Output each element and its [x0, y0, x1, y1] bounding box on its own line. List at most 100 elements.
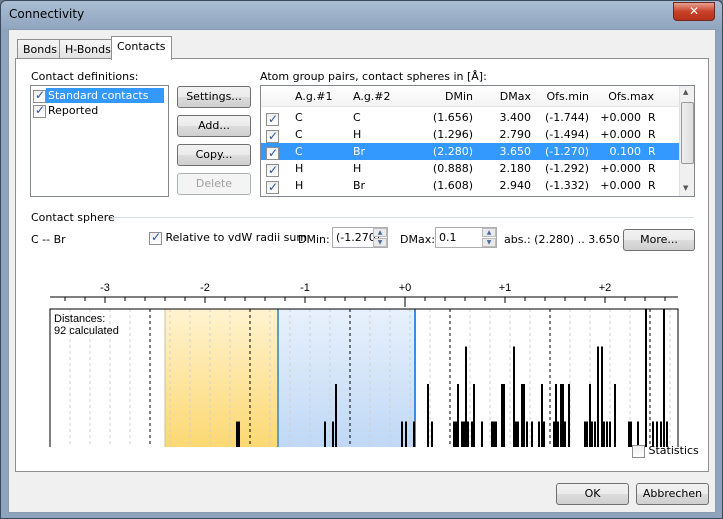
close-button[interactable]: ✕	[673, 2, 715, 21]
histogram-bar	[538, 421, 540, 447]
spin-down-icon[interactable]: ▼	[482, 238, 496, 247]
histogram-bar	[591, 421, 593, 447]
cell-dmax: 3.650	[499, 145, 532, 158]
checkbox[interactable]	[33, 88, 46, 103]
contact-definitions-list[interactable]: Standard contacts Reported	[30, 85, 169, 197]
table-row[interactable]: H Br (1.608) 2.940 (-1.332) +0.000 R	[261, 177, 679, 196]
cell-ofsmax: +0.000	[600, 162, 641, 175]
histogram-bar	[501, 384, 503, 447]
relative-vdw-checkbox[interactable]: Relative to vdW radii sum	[149, 230, 307, 245]
list-item-standard-contacts[interactable]: Standard contacts	[33, 88, 167, 104]
table-row[interactable]: H H (0.888) 2.180 (-1.292) +0.000 R	[261, 160, 679, 179]
cell-dmin: (2.280)	[432, 145, 473, 158]
histogram-bar	[555, 384, 557, 447]
statistics-checkbox[interactable]: Statistics	[632, 444, 699, 458]
histogram-bar	[491, 421, 493, 447]
atom-group-pairs-table: A.g.#1 A.g.#2 DMin DMax Ofs.min Ofs.max …	[260, 85, 695, 197]
histogram-bar	[413, 421, 415, 447]
column-header[interactable]: DMax	[473, 86, 531, 107]
histogram-bar	[465, 346, 467, 447]
cell-a2: Br	[353, 179, 366, 192]
histogram-bar	[463, 421, 465, 447]
cell-a1: H	[295, 179, 304, 192]
spin-down-icon[interactable]: ▼	[373, 238, 387, 247]
vertical-scrollbar[interactable]: ▲ ▼	[679, 86, 694, 196]
dmax-label: DMax:	[400, 233, 435, 246]
offset-tick-label: -1	[300, 282, 310, 294]
spin-up-icon[interactable]: ▲	[373, 228, 387, 237]
contact-region	[278, 309, 415, 447]
checkbox[interactable]	[33, 103, 46, 118]
row-checkbox[interactable]	[266, 128, 279, 145]
tab-contacts[interactable]: Contacts	[111, 36, 172, 60]
cell-a2: Br	[353, 145, 366, 158]
column-header[interactable]: Ofs.max	[589, 86, 654, 107]
histogram-bar	[543, 421, 545, 447]
histogram-bar	[606, 421, 608, 447]
row-checkbox[interactable]	[266, 145, 279, 162]
table-row[interactable]: C H (1.296) 2.790 (-1.494) +0.000 R	[261, 126, 679, 145]
window-title: Connectivity	[9, 7, 85, 21]
tab-h-bonds[interactable]: H-Bonds	[59, 39, 117, 59]
contacts-panel: Contact definitions: Standard contacts R…	[15, 58, 709, 472]
atom-group-pairs-label: Atom group pairs, contact spheres in [Å]…	[260, 70, 487, 83]
cell-ofsmax: +0.000	[600, 179, 641, 192]
cell-ofsmin: (-1.332)	[544, 179, 589, 192]
add-button[interactable]: Add...	[177, 115, 251, 137]
cancel-button[interactable]: Abbrechen	[636, 483, 709, 505]
offset-tick-label: -3	[100, 282, 110, 294]
contact-pair-label: C -- Br	[31, 233, 66, 246]
group-divider	[112, 217, 694, 218]
tab-bonds[interactable]: Bonds	[17, 39, 63, 59]
histogram-bar	[526, 421, 528, 447]
cell-r: R	[648, 128, 656, 141]
histogram-bar	[562, 384, 564, 447]
histogram-bar	[609, 421, 611, 447]
cell-ofsmax: 0.100	[609, 145, 642, 158]
cell-a1: C	[295, 145, 303, 158]
column-header[interactable]: DMin	[411, 86, 473, 107]
list-item-label: Reported	[48, 104, 99, 117]
cell-ofsmin: (-1.744)	[544, 111, 589, 124]
scroll-up-icon[interactable]: ▲	[683, 88, 688, 96]
histogram-bar	[503, 384, 505, 447]
offset-tick-label: -2	[200, 282, 210, 294]
histogram-bar	[645, 309, 647, 447]
checkbox[interactable]	[149, 230, 162, 245]
scroll-down-icon[interactable]: ▼	[683, 184, 688, 192]
cell-dmax: 2.180	[499, 162, 532, 175]
column-header[interactable]: A.g.#1	[295, 86, 333, 107]
histogram-bar	[401, 421, 403, 447]
column-header[interactable]: Ofs.min	[531, 86, 589, 107]
histogram-bar	[517, 421, 519, 447]
column-header[interactable]: A.g.#2	[353, 86, 391, 107]
cell-dmin: (1.656)	[432, 111, 473, 124]
cell-dmax: 2.940	[499, 179, 532, 192]
histogram-bar	[560, 384, 562, 447]
copy-button[interactable]: Copy...	[177, 144, 251, 166]
settings-button[interactable]: Settings...	[177, 86, 251, 108]
cell-a2: H	[353, 162, 362, 175]
offset-tick-label: +0	[399, 282, 412, 294]
dmax-spinner[interactable]: 0.1 ▲ ▼	[435, 227, 497, 248]
row-checkbox[interactable]	[266, 179, 279, 196]
dialog-window: Connectivity ✕ Bonds H-Bonds Contacts Co…	[0, 0, 723, 519]
dmin-spinner[interactable]: (-1.270) ▲ ▼	[332, 227, 388, 248]
checkbox[interactable]	[632, 444, 645, 458]
row-checkbox[interactable]	[266, 111, 279, 128]
histogram-bar	[473, 384, 475, 447]
table-row[interactable]: C C (1.656) 3.400 (-1.744) +0.000 R	[261, 109, 679, 128]
list-item-reported[interactable]: Reported	[33, 103, 100, 118]
distances-annotation: 92 calculated	[54, 325, 119, 337]
histogram-bar	[553, 421, 555, 447]
spin-up-icon[interactable]: ▲	[482, 228, 496, 237]
cell-ofsmin: (-1.292)	[544, 162, 589, 175]
ok-button[interactable]: OK	[556, 483, 629, 505]
dmin-label: DMin:	[298, 233, 330, 246]
table-row[interactable]: C Br (2.280) 3.650 (-1.270) 0.100 R	[261, 143, 679, 162]
histogram-bar	[564, 421, 566, 447]
histogram-bar	[324, 421, 326, 447]
histogram-bar	[531, 421, 533, 447]
row-checkbox[interactable]	[266, 162, 279, 179]
scrollbar-thumb[interactable]	[681, 102, 694, 164]
